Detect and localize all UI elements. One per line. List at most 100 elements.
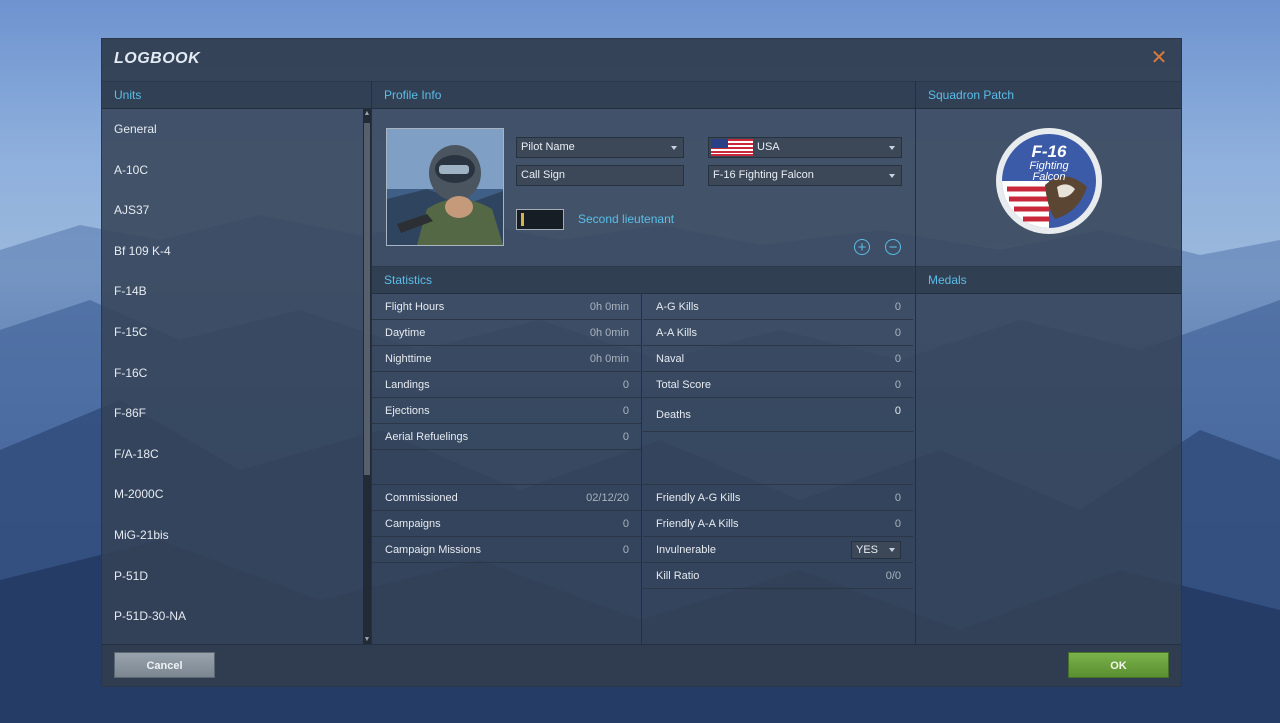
scroll-thumb[interactable] bbox=[364, 123, 370, 475]
unit-item-general[interactable]: General bbox=[102, 109, 362, 150]
stat-label: Campaigns bbox=[385, 518, 441, 530]
ok-button[interactable]: OK bbox=[1068, 652, 1169, 678]
units-scrollbar[interactable]: ▲ ▼ bbox=[363, 109, 371, 645]
stat-label: A-G Kills bbox=[656, 301, 699, 313]
statistics-right: A-G Kills 0 A-A Kills 0 Naval 0 Total Score… bbox=[643, 294, 913, 589]
patch-text: F-16 bbox=[1032, 142, 1068, 161]
squadron-patch-area: F-16 Fighting Falcon bbox=[916, 109, 1181, 267]
stat-label: Landings bbox=[385, 379, 430, 391]
country-select[interactable]: USA bbox=[708, 137, 902, 158]
stat-label: Naval bbox=[656, 353, 685, 365]
stat-label: Ejections bbox=[385, 405, 430, 417]
stat-commissioned: Commissioned 02/12/20 bbox=[372, 485, 641, 511]
squadron-patch-icon[interactable]: F-16 Fighting Falcon bbox=[995, 127, 1103, 235]
stat-invulnerable: Invulnerable YES bbox=[643, 537, 913, 563]
unit-item-f-16c[interactable]: F-16C bbox=[102, 353, 362, 394]
stat-value: 0 bbox=[894, 327, 901, 339]
stat-ag-kills: A-G Kills 0 bbox=[643, 294, 913, 320]
stat-label: A-A Kills bbox=[656, 327, 697, 339]
unit-item-mig-21bis[interactable]: MiG-21bis bbox=[102, 515, 362, 556]
dialog-title: LOGBOOK bbox=[114, 50, 201, 67]
unit-item-m-2000c[interactable]: M-2000C bbox=[102, 474, 362, 515]
stat-value: 0 bbox=[894, 405, 901, 417]
pilot-portrait-image bbox=[387, 129, 503, 245]
stat-value: 02/12/20 bbox=[586, 492, 629, 504]
country-value: USA bbox=[757, 141, 780, 153]
stat-ejections: Ejections 0 bbox=[372, 398, 641, 424]
close-icon[interactable]: ✕ bbox=[1149, 48, 1169, 68]
stat-value: 0h 0min bbox=[589, 301, 629, 313]
pilot-name-select[interactable]: Pilot Name bbox=[516, 137, 684, 158]
statistics-panel: Flight Hours 0h 0min Daytime 0h 0min Night… bbox=[372, 294, 915, 645]
stat-label: Total Score bbox=[656, 379, 712, 391]
stat-value: 0 bbox=[894, 301, 901, 313]
statistics-left: Flight Hours 0h 0min Daytime 0h 0min Night… bbox=[372, 294, 642, 645]
stat-value: 0 bbox=[622, 431, 629, 443]
dialog-header: LOGBOOK ✕ bbox=[102, 39, 1181, 82]
stat-value: 0 bbox=[894, 492, 901, 504]
stat-friendly-ag-kills: Friendly A-G Kills 0 bbox=[643, 485, 913, 511]
profile-info: Pilot Name Call Sign USA F-16 Fighting F… bbox=[372, 109, 915, 267]
stat-deaths: Deaths 0 bbox=[643, 398, 913, 432]
stat-value: 0h 0min bbox=[589, 327, 629, 339]
stat-kill-ratio: Kill Ratio 0/0 bbox=[643, 563, 913, 589]
stat-label: Friendly A-A Kills bbox=[656, 518, 739, 530]
stat-value: 0/0 bbox=[885, 570, 901, 582]
unit-item-f-14b[interactable]: F-14B bbox=[102, 271, 362, 312]
aircraft-select[interactable]: F-16 Fighting Falcon bbox=[708, 165, 902, 186]
minus-circle-icon[interactable]: − bbox=[885, 239, 901, 255]
invulnerable-select[interactable]: YES bbox=[851, 541, 901, 559]
unit-item-fa-18c[interactable]: F/A-18C bbox=[102, 434, 362, 475]
logbook-dialog: LOGBOOK ✕ Units General A-10C AJS37 Bf 1… bbox=[101, 38, 1182, 687]
stat-aerial-refuelings: Aerial Refuelings 0 bbox=[372, 424, 641, 450]
rank-insignia-icon bbox=[516, 209, 564, 230]
unit-item-p-51d-30-na[interactable]: P-51D-30-NA bbox=[102, 596, 362, 637]
stat-friendly-aa-kills: Friendly A-A Kills 0 bbox=[643, 511, 913, 537]
rank-bar bbox=[521, 213, 524, 226]
dialog-footer: Cancel OK bbox=[102, 644, 1181, 686]
scroll-up-icon[interactable]: ▲ bbox=[363, 109, 371, 119]
patch-text: Falcon bbox=[1032, 171, 1065, 183]
unit-item-a-10c[interactable]: A-10C bbox=[102, 150, 362, 191]
call-sign-field[interactable]: Call Sign bbox=[516, 165, 684, 186]
profile-info-header: Profile Info bbox=[372, 81, 915, 109]
stat-value: 0 bbox=[622, 379, 629, 391]
cancel-button[interactable]: Cancel bbox=[114, 652, 215, 678]
stat-campaign-missions: Campaign Missions 0 bbox=[372, 537, 641, 563]
squadron-patch-header: Squadron Patch bbox=[916, 81, 1181, 109]
unit-item-f-86f[interactable]: F-86F bbox=[102, 393, 362, 434]
stat-label: Campaign Missions bbox=[385, 544, 481, 556]
stat-label: Daytime bbox=[385, 327, 426, 339]
stat-aa-kills: A-A Kills 0 bbox=[643, 320, 913, 346]
unit-item-f-15c[interactable]: F-15C bbox=[102, 312, 362, 353]
stat-campaigns: Campaigns 0 bbox=[372, 511, 641, 537]
units-list: General A-10C AJS37 Bf 109 K-4 F-14B F-1… bbox=[102, 109, 362, 645]
stat-label: Friendly A-G Kills bbox=[656, 492, 741, 504]
unit-item-bf-109-k-4[interactable]: Bf 109 K-4 bbox=[102, 231, 362, 272]
stat-label: Aerial Refuelings bbox=[385, 431, 469, 443]
pilot-name-value: Pilot Name bbox=[521, 141, 575, 153]
stat-value: 0 bbox=[622, 518, 629, 530]
stat-daytime: Daytime 0h 0min bbox=[372, 320, 641, 346]
unit-item-ajs37[interactable]: AJS37 bbox=[102, 190, 362, 231]
units-header: Units bbox=[102, 81, 371, 109]
usa-flag-icon bbox=[711, 139, 753, 156]
stats-spacer bbox=[372, 450, 641, 485]
unit-item-p-51d[interactable]: P-51D bbox=[102, 556, 362, 597]
stat-value: 0 bbox=[894, 518, 901, 530]
stat-landings: Landings 0 bbox=[372, 372, 641, 398]
pilot-portrait[interactable] bbox=[386, 128, 504, 246]
medals-header: Medals bbox=[916, 266, 1181, 294]
stat-value: 0 bbox=[894, 353, 901, 365]
units-panel: Units General A-10C AJS37 Bf 109 K-4 F-1… bbox=[102, 81, 372, 645]
statistics-header: Statistics bbox=[372, 266, 915, 294]
aircraft-value: F-16 Fighting Falcon bbox=[713, 169, 814, 181]
stat-label: Deaths bbox=[656, 409, 691, 421]
plus-circle-icon[interactable]: + bbox=[854, 239, 870, 255]
stat-label: Nighttime bbox=[385, 353, 432, 365]
stat-flight-hours: Flight Hours 0h 0min bbox=[372, 294, 641, 320]
stat-label: Flight Hours bbox=[385, 301, 445, 313]
stat-label: Invulnerable bbox=[656, 544, 716, 556]
center-panel: Profile Info Pilot Name Call Sign USA F-… bbox=[372, 81, 916, 645]
stat-total-score: Total Score 0 bbox=[643, 372, 913, 398]
